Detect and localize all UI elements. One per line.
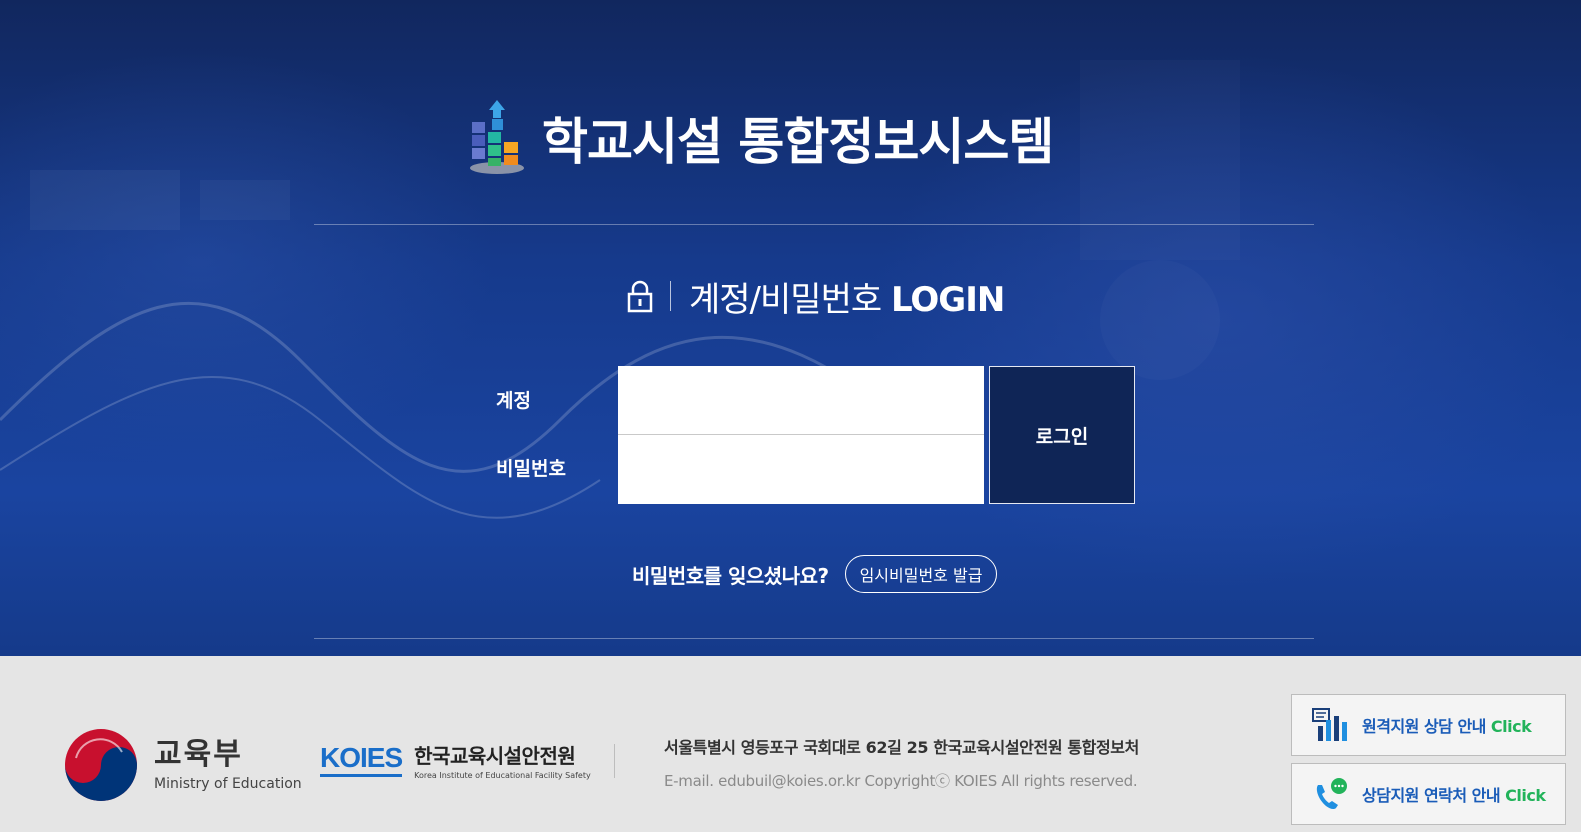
koies-name-kr: 한국교육시설안전원	[414, 744, 576, 768]
contact-support-text: 상담지원 연락처 안내	[1362, 786, 1501, 805]
bottom-divider	[314, 638, 1314, 639]
koies-logo: KOIES 한국교육시설안전원 Korea Institute of Educa…	[320, 740, 591, 780]
koies-mark: KOIES	[320, 743, 403, 777]
lock-icon	[627, 280, 653, 313]
ministry-name-en: Ministry of Education	[154, 776, 302, 792]
remote-support-button[interactable]: 원격지원 상담 안내 Click	[1291, 694, 1566, 756]
phone-chat-icon	[1316, 778, 1347, 810]
remote-support-chart-icon	[1312, 708, 1347, 741]
app-title-row: 학교시설 통합정보시스템	[468, 100, 1054, 176]
forgot-password-row: 비밀번호를 잊으셨나요? 임시비밀번호 발급	[632, 554, 998, 594]
koies-name-en: Korea Institute of Educational Facility …	[414, 771, 591, 780]
ministry-emblem-icon	[65, 729, 137, 801]
top-divider	[314, 224, 1314, 225]
remote-support-label: 원격지원 상담 안내 Click	[1362, 713, 1532, 737]
contact-support-label: 상담지원 연락처 안내 Click	[1362, 782, 1546, 806]
password-input[interactable]	[618, 435, 984, 504]
account-label: 계정	[496, 390, 531, 412]
heading-separator	[670, 281, 671, 311]
login-title-en: LOGIN	[890, 279, 1005, 320]
login-button[interactable]: 로그인	[989, 366, 1135, 504]
footer-separator	[614, 744, 615, 778]
remote-click-word: Click	[1490, 717, 1532, 736]
contact-support-button[interactable]: 상담지원 연락처 안내 Click	[1291, 763, 1566, 825]
footer-copyright: E-mail. edubuil@koies.or.kr Copyrightⓒ K…	[664, 772, 1138, 790]
footer-address: 서울특별시 영등포구 국회대로 62길 25 한국교육시설안전원 통합정보처	[664, 738, 1139, 757]
contact-click-word: Click	[1505, 786, 1546, 805]
login-title: 계정/비밀번호 LOGIN	[689, 272, 1005, 321]
footer-info: 서울특별시 영등포구 국회대로 62길 25 한국교육시설안전원 통합정보처 E…	[664, 734, 1139, 791]
login-heading: 계정/비밀번호 LOGIN	[626, 272, 1005, 321]
password-label: 비밀번호	[496, 458, 566, 480]
app-title: 학교시설 통합정보시스템	[542, 113, 1054, 171]
ministry-logo: 교육부 Ministry of Education	[64, 728, 302, 802]
building-blocks-logo-icon	[470, 100, 524, 174]
ministry-name-kr: 교육부	[154, 737, 243, 772]
remote-support-text: 원격지원 상담 안내	[1362, 717, 1486, 736]
account-input[interactable]	[618, 366, 984, 434]
temp-password-button[interactable]: 임시비밀번호 발급	[844, 555, 998, 593]
forgot-password-text: 비밀번호를 잊으셨나요?	[632, 563, 829, 588]
footer: 교육부 Ministry of Education KOIES 한국교육시설안전…	[0, 656, 1581, 832]
login-title-kr: 계정/비밀번호	[689, 279, 882, 320]
